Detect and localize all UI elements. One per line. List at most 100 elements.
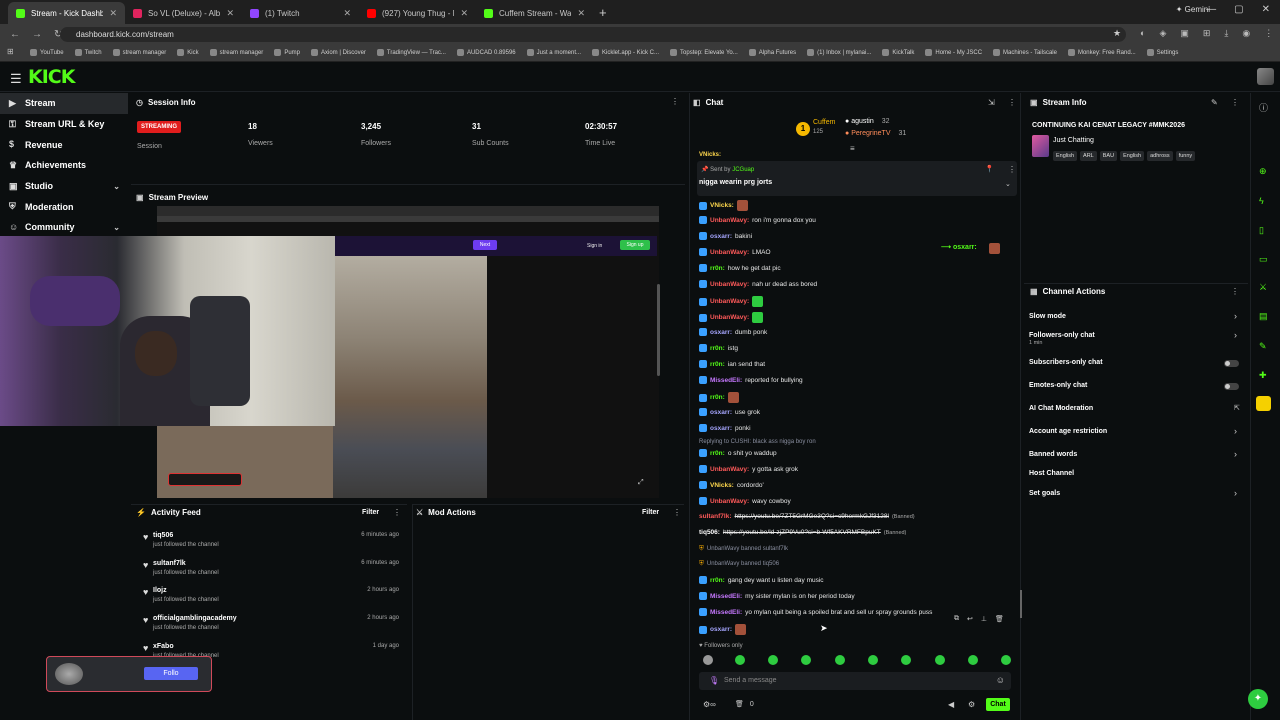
rail-doc-icon[interactable]: ▯ <box>1259 225 1264 236</box>
chevron-right-icon[interactable]: › <box>1234 311 1237 321</box>
chat-send-button[interactable]: Chat <box>986 698 1010 711</box>
new-tab-icon[interactable]: + <box>599 2 607 24</box>
chat-username[interactable]: rr0n: <box>710 577 725 584</box>
maximize-icon[interactable]: ▢ <box>1234 4 1243 15</box>
extension-icon[interactable]: ▣ <box>1180 28 1189 39</box>
chat-more-icon[interactable]: ⋮ <box>1008 98 1016 107</box>
rail-screen-icon[interactable]: ▤ <box>1259 311 1268 322</box>
chat-message[interactable]: osxarr: dumb ponk <box>699 328 767 336</box>
tab-close-icon[interactable]: ✕ <box>343 8 351 19</box>
chevron-right-icon[interactable]: › <box>1234 426 1237 436</box>
chat-username[interactable]: VNicks: <box>710 482 734 489</box>
chat-message[interactable]: MissedEli: my sister mylan is on her peri… <box>699 592 855 600</box>
bookmark-item[interactable]: (1) Inbox | mylanai... <box>807 49 871 56</box>
emote-icon[interactable] <box>1001 655 1011 665</box>
download-icon[interactable]: ⤓ <box>1224 28 1228 39</box>
pin-message-icon[interactable]: ⊥ <box>981 615 987 623</box>
minimize-icon[interactable]: — <box>1206 4 1216 15</box>
pinned-collapse-icon[interactable]: ⌄ <box>1005 180 1011 188</box>
rail-chat-icon[interactable]: ▭ <box>1259 254 1268 265</box>
chat-message[interactable]: rr0n: istg <box>699 344 738 352</box>
chat-message[interactable]: ⛨ UnbanWavy banned tiq506 <box>699 560 779 568</box>
channel-actions-more-icon[interactable]: ⋮ <box>1231 287 1239 296</box>
chat-message[interactable]: VNicks: <box>699 200 748 211</box>
chevron-right-icon[interactable]: › <box>1234 488 1237 498</box>
chat-message[interactable]: UnbanWavy: y gotta ask grok <box>699 465 798 473</box>
activity-item[interactable]: ♥ Ilojz just followed the channel 2 hours a… <box>143 587 403 611</box>
extension-icon[interactable]: ⊞ <box>1203 28 1211 39</box>
bookmark-item[interactable]: Machines - Tailscale <box>993 49 1057 56</box>
chat-username[interactable]: osxarr: <box>710 233 732 240</box>
chat-message[interactable]: UnbanWavy: wavy cowboy <box>699 497 791 505</box>
chat-message[interactable]: osxarr: bakini <box>699 232 752 240</box>
rail-target-icon[interactable]: ⊕ <box>1259 166 1267 177</box>
chat-message[interactable]: osxarr: use grok <box>699 408 760 416</box>
tab-close-icon[interactable]: ✕ <box>460 8 468 19</box>
browser-tab[interactable]: (927) Young Thug - Miss M ✕ <box>359 2 476 24</box>
chat-message[interactable]: osxarr: <box>699 624 747 635</box>
close-window-icon[interactable]: ✕ <box>1262 4 1270 15</box>
chevron-right-icon[interactable]: › <box>1234 330 1237 340</box>
chat-username[interactable]: UnbanWavy: <box>710 217 749 224</box>
delete-icon[interactable]: 🗑 <box>995 615 1004 623</box>
rail-tool-icon[interactable]: ✎ <box>1259 341 1267 352</box>
chat-gear-icon[interactable]: ⚙ <box>968 700 975 709</box>
chat-username[interactable]: UnbanWavy: <box>710 298 749 305</box>
chat-message[interactable]: MissedEli: yo mylan quit being a spoiled … <box>699 608 932 616</box>
bookmark-item[interactable]: Twitch <box>74 49 102 56</box>
chat-username[interactable]: UnbanWavy: <box>710 466 749 473</box>
kick-logo[interactable]: KICK <box>28 66 75 88</box>
follow-button[interactable]: Follo <box>144 667 198 680</box>
emote-icon[interactable] <box>968 655 978 665</box>
chat-message[interactable]: sultanf7lk: https://youtu.be/7ZT5GrMGe3Q?… <box>699 513 915 520</box>
chat-message[interactable]: rr0n: ian send that <box>699 360 765 368</box>
category-name[interactable]: Just Chatting <box>1053 137 1094 144</box>
chat-username[interactable]: UnbanWavy: <box>710 314 749 321</box>
sidebar-item-stream[interactable]: ▶ Stream <box>0 93 128 114</box>
bookmark-item[interactable]: Just a moment... <box>526 49 581 56</box>
stream-tag[interactable]: funny <box>1175 151 1196 161</box>
url-field[interactable]: dashboard.kick.com/stream <box>60 27 1126 42</box>
toggle-switch[interactable] <box>1224 383 1239 390</box>
rail-bolt-icon[interactable]: ϟ <box>1259 196 1264 206</box>
extension-icon[interactable]: ◈ <box>1159 28 1166 39</box>
bookmark-item[interactable]: Axiom | Discover <box>311 49 366 56</box>
bookmark-item[interactable]: Pump <box>274 49 300 56</box>
emote-icon[interactable] <box>735 655 745 665</box>
chat-username[interactable]: MissedEli: <box>710 609 742 616</box>
bookmark-item[interactable]: Kicklet.app - Kick C... <box>592 49 659 56</box>
leader-2[interactable]: ● agustin 32 <box>845 118 890 125</box>
chat-message[interactable]: UnbanWavy: <box>699 296 764 307</box>
bookmark-star-icon[interactable]: ★ <box>1113 28 1121 39</box>
tab-close-icon[interactable]: ✕ <box>577 8 585 19</box>
bookmark-item[interactable]: TradingView — Trac... <box>376 49 446 56</box>
chat-scrollbar[interactable] <box>1020 590 1022 618</box>
preview-scrollbar[interactable] <box>657 284 660 376</box>
bookmark-item[interactable]: Monkey: Free Rand... <box>1067 49 1136 56</box>
mod-more-icon[interactable]: ⋮ <box>673 508 681 517</box>
stream-tag[interactable]: ARL <box>1080 151 1097 161</box>
chat-username[interactable]: rr0n: <box>710 450 725 457</box>
chat-username[interactable]: osxarr: <box>710 409 732 416</box>
user-avatar[interactable] <box>1257 68 1274 85</box>
chat-username[interactable]: VNicks: <box>710 202 734 209</box>
sidebar-item-achievements[interactable]: ♛ Achievements <box>0 155 128 176</box>
quick-action-fab[interactable]: ✦ <box>1248 689 1268 709</box>
channel-action-account-age-restriction[interactable]: Account age restriction <box>1029 428 1107 435</box>
leader-1-name[interactable]: Cuffem <box>813 119 835 126</box>
chat-username[interactable]: UnbanWavy: <box>710 498 749 505</box>
activity-item[interactable]: ♥ officialgamblingacademy just followed th… <box>143 615 403 639</box>
bookmark-item[interactable]: YouTube <box>30 49 64 56</box>
chat-message[interactable]: rr0n: gang dey want u listen day music <box>699 576 824 584</box>
back-icon[interactable]: ← <box>10 29 20 40</box>
extension-icon[interactable]: ◐ <box>1140 28 1145 39</box>
browser-tab[interactable]: (1) Twitch ✕ <box>242 2 359 24</box>
activity-filter-button[interactable]: Filter <box>362 509 379 516</box>
chat-message[interactable]: tiq506: https://youtu.be/ld-zjZP9Vu0?si=b… <box>699 529 906 536</box>
chat-message[interactable]: rr0n: <box>699 392 739 403</box>
bookmark-item[interactable]: AUDCAD 0.89596 <box>456 49 516 56</box>
tab-close-icon[interactable]: ✕ <box>226 8 234 19</box>
chat-message[interactable]: Replying to CUSHI: black ass nigga boy r… <box>699 439 816 445</box>
activity-item[interactable]: ♥ tiq506 just followed the channel 6 minute… <box>143 532 403 556</box>
stream-tag[interactable]: English <box>1053 151 1078 161</box>
